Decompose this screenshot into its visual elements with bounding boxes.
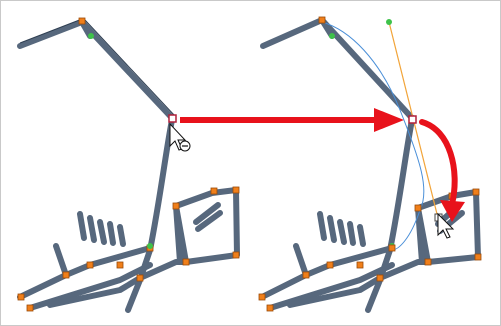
before-control-points: [17, 17, 240, 312]
before-green-handle: [88, 33, 94, 39]
before-panel: [17, 17, 240, 313]
illustration-canvas: [17, 16, 482, 313]
before-selected-point[interactable]: [168, 114, 177, 123]
after-drawing-strokes: [259, 17, 481, 313]
transition-arrow: [180, 108, 404, 132]
before-outline: [19, 18, 176, 117]
before-drawing-strokes: [17, 19, 240, 313]
before-green-handle-2: [147, 243, 153, 249]
after-selected-point[interactable]: [408, 115, 417, 124]
remove-point-cursor-icon: [169, 122, 191, 152]
after-green-handle: [329, 33, 335, 39]
after-panel: [258, 16, 482, 313]
after-green-handle-top[interactable]: [386, 19, 392, 25]
curved-drag-arrow: [419, 119, 458, 207]
after-control-points: [258, 16, 482, 312]
